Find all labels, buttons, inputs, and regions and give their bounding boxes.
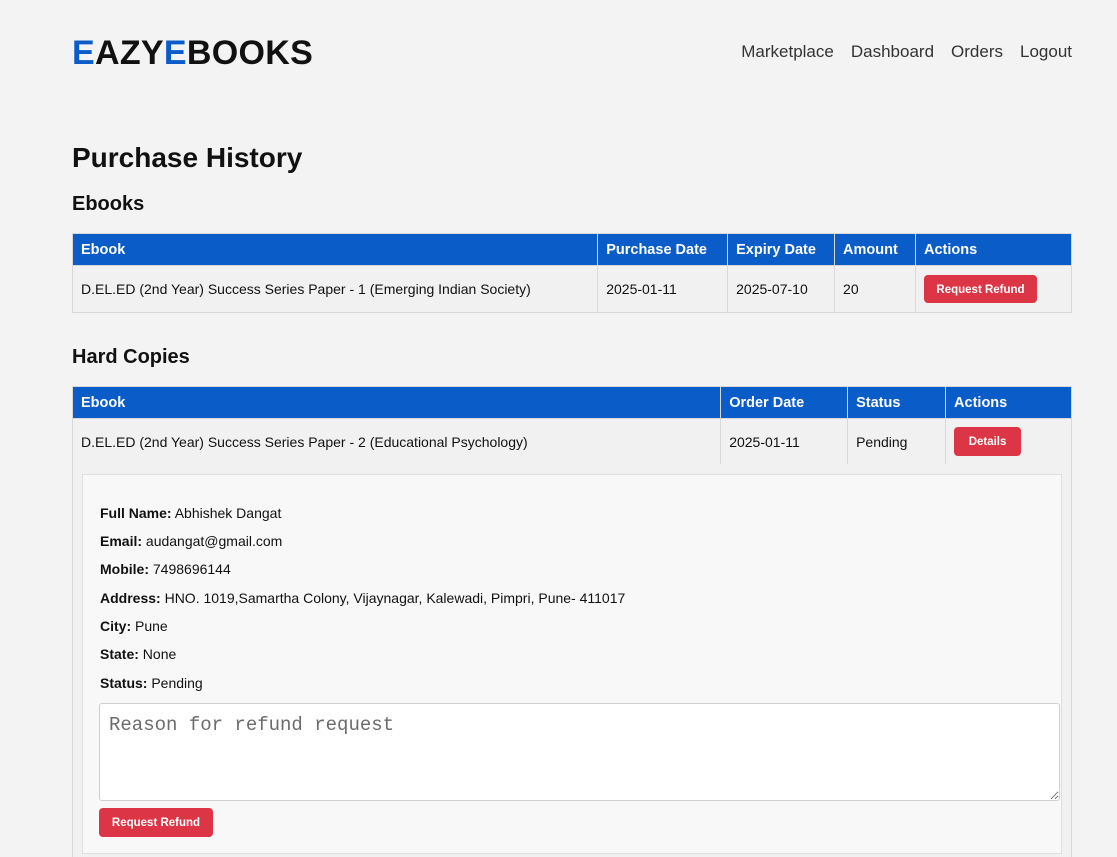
logo-letter-e: E — [72, 33, 95, 72]
table-header-row: Ebook Order Date Status Actions — [71, 386, 1072, 419]
details-button[interactable]: Details — [954, 427, 1022, 456]
order-date-cell: 2025-01-11 — [720, 418, 849, 465]
detail-value: HNO. 1019,Samartha Colony, Vijaynagar, K… — [164, 590, 626, 606]
nav-logout-link[interactable]: Logout — [1020, 42, 1072, 62]
ebook-title-cell: D.EL.ED (2nd Year) Success Series Paper … — [71, 265, 599, 313]
detail-address: Address: HNO. 1019,Samartha Colony, Vija… — [100, 590, 625, 606]
refund-reason-input[interactable] — [99, 703, 1060, 801]
column-header-ebook: Ebook — [71, 386, 722, 419]
column-header-ebook: Ebook — [71, 233, 599, 266]
order-details-panel: Full Name: Abhishek Dangat Email: audang… — [82, 474, 1062, 854]
detail-city: City: Pune — [100, 618, 168, 634]
detail-state: State: None — [100, 646, 176, 662]
column-header-actions: Actions — [915, 233, 1072, 266]
request-refund-button[interactable]: Request Refund — [924, 275, 1037, 303]
table-row: D.EL.ED (2nd Year) Success Series Paper … — [71, 418, 1072, 465]
hard-copies-heading: Hard Copies — [72, 346, 190, 368]
column-header-purchase-date: Purchase Date — [597, 233, 729, 266]
brand-logo[interactable]: EAZYEBOOKS — [72, 34, 313, 73]
ebook-title-cell: D.EL.ED (2nd Year) Success Series Paper … — [71, 418, 722, 465]
logo-letter-e: E — [163, 33, 187, 72]
detail-label: Full Name: — [100, 505, 172, 521]
purchase-history-page: EAZYEBOOKS Marketplace Dashboard Orders … — [0, 0, 1117, 857]
hard-copies-table: Ebook Order Date Status Actions D.EL.ED … — [71, 386, 1072, 465]
detail-value: Abhishek Dangat — [174, 505, 282, 521]
actions-cell: Request Refund — [915, 265, 1072, 313]
detail-label: Mobile: — [100, 561, 149, 577]
detail-value: Pune — [135, 618, 168, 634]
expiry-date-cell: 2025-07-10 — [727, 265, 836, 313]
purchase-date-cell: 2025-01-11 — [597, 265, 729, 313]
ebooks-heading: Ebooks — [72, 193, 145, 215]
detail-value: audangat@gmail.com — [145, 533, 283, 549]
column-header-actions: Actions — [945, 386, 1072, 419]
detail-label: Address: — [100, 590, 161, 606]
actions-cell: Details — [945, 418, 1072, 465]
status-cell: Pending — [847, 418, 947, 465]
request-refund-button[interactable]: Request Refund — [99, 808, 213, 837]
amount-cell: 20 — [834, 265, 916, 313]
detail-value: None — [142, 646, 177, 662]
detail-label: Status: — [100, 675, 148, 691]
detail-label: State: — [100, 646, 139, 662]
detail-mobile: Mobile: 7498696144 — [100, 561, 231, 577]
detail-label: Email: — [100, 533, 143, 549]
page-title: Purchase History — [72, 142, 303, 173]
detail-value: Pending — [151, 675, 203, 691]
ebooks-table: Ebook Purchase Date Expiry Date Amount A… — [71, 233, 1072, 313]
nav-marketplace-link[interactable]: Marketplace — [741, 42, 834, 62]
detail-email: Email: audangat@gmail.com — [100, 533, 282, 549]
nav-orders-link[interactable]: Orders — [951, 42, 1003, 62]
column-header-order-date: Order Date — [720, 386, 849, 419]
logo-text: AZY — [94, 33, 164, 72]
table-row: D.EL.ED (2nd Year) Success Series Paper … — [71, 265, 1072, 313]
nav-dashboard-link[interactable]: Dashboard — [851, 42, 934, 62]
column-header-expiry-date: Expiry Date — [727, 233, 836, 266]
column-header-status: Status — [847, 386, 947, 419]
detail-status: Status: Pending — [100, 675, 203, 691]
detail-value: 7498696144 — [152, 561, 231, 577]
order-details-row: Full Name: Abhishek Dangat Email: audang… — [72, 464, 1072, 857]
main-nav: Marketplace Dashboard Orders Logout — [724, 42, 1072, 62]
detail-label: City: — [100, 618, 132, 634]
column-header-amount: Amount — [834, 233, 916, 266]
logo-text: BOOKS — [186, 33, 314, 72]
table-header-row: Ebook Purchase Date Expiry Date Amount A… — [71, 233, 1072, 266]
detail-full-name: Full Name: Abhishek Dangat — [100, 505, 281, 521]
site-header: EAZYEBOOKS Marketplace Dashboard Orders … — [72, 30, 1072, 74]
